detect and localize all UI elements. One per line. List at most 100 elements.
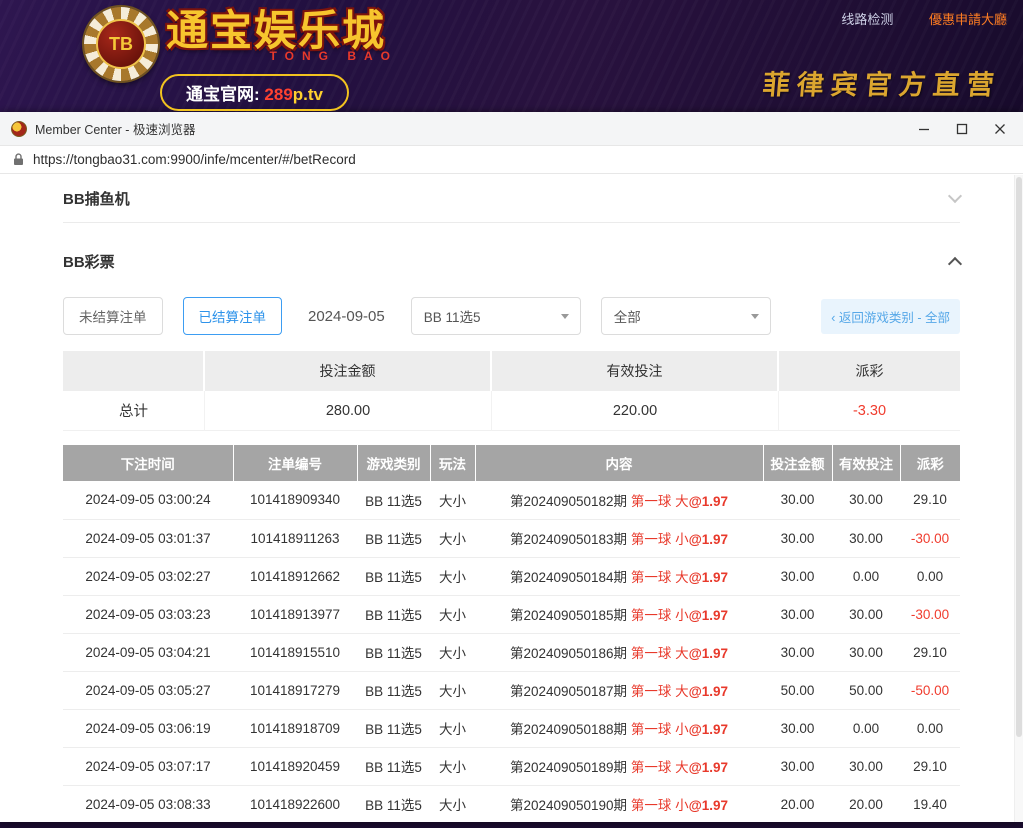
cell-game: BB 11选5 xyxy=(357,709,430,747)
section-fishing[interactable]: BB捕鱼机 xyxy=(63,175,960,223)
bet-issue: 第202409050189期 xyxy=(510,760,627,775)
unsettled-bets-button[interactable]: 未结算注单 xyxy=(63,297,163,335)
table-row: 2024-09-05 03:06:19 101418918709 BB 11选5… xyxy=(63,709,960,747)
cell-game: BB 11选5 xyxy=(357,633,430,671)
bet-odds: @1.97 xyxy=(689,646,728,661)
browser-favicon-icon xyxy=(11,121,27,137)
cell-time: 2024-09-05 03:03:23 xyxy=(63,595,233,633)
cell-play: 大小 xyxy=(430,595,475,633)
cell-game: BB 11选5 xyxy=(357,595,430,633)
cell-content: 第202409050186期 第一球 大@1.97 xyxy=(475,633,763,671)
cell-order: 101418913977 xyxy=(233,595,357,633)
cell-payout: 0.00 xyxy=(900,709,960,747)
cell-play: 大小 xyxy=(430,785,475,822)
summary-header-row: 投注金额 有效投注 派彩 xyxy=(63,351,960,391)
bet-issue: 第202409050188期 xyxy=(510,722,627,737)
cell-play: 大小 xyxy=(430,519,475,557)
game-select-value: BB 11选5 xyxy=(424,310,481,325)
url-text[interactable]: https://tongbao31.com:9900/infe/mcenter/… xyxy=(33,152,356,167)
cell-order: 101418918709 xyxy=(233,709,357,747)
cell-valid: 30.00 xyxy=(832,633,900,671)
bet-odds: @1.97 xyxy=(689,570,728,585)
cell-play: 大小 xyxy=(430,557,475,595)
type-select-value: 全部 xyxy=(614,310,641,325)
cell-bet: 30.00 xyxy=(763,481,832,519)
back-to-category-button[interactable]: ‹ 返回游戏类别 - 全部 xyxy=(821,299,960,334)
cell-game: BB 11选5 xyxy=(357,747,430,785)
cell-bet: 30.00 xyxy=(763,709,832,747)
cell-bet: 30.00 xyxy=(763,557,832,595)
bet-odds: @1.97 xyxy=(689,722,728,737)
cell-game: BB 11选5 xyxy=(357,785,430,822)
cell-game: BB 11选5 xyxy=(357,671,430,709)
bet-pick: 第一球 小 xyxy=(631,532,689,547)
header-valid: 有效投注 xyxy=(832,445,900,481)
casino-chip-icon: TB xyxy=(84,7,158,81)
cell-payout: -30.00 xyxy=(900,595,960,633)
table-header-row: 下注时间 注单编号 游戏类别 玩法 内容 投注金额 有效投注 派彩 xyxy=(63,445,960,481)
table-row: 2024-09-05 03:04:21 101418915510 BB 11选5… xyxy=(63,633,960,671)
summary-table: 投注金额 有效投注 派彩 总计 280.00 220.00 -3.30 xyxy=(63,351,960,431)
cell-content: 第202409050190期 第一球 小@1.97 xyxy=(475,785,763,822)
summary-total-valid: 220.00 xyxy=(492,391,779,431)
minimize-button[interactable] xyxy=(905,112,943,145)
brand-logo: 通宝娱乐城 TONG BAO xyxy=(166,8,402,63)
promo-hall-link[interactable]: 優惠申請大廳 xyxy=(929,12,1007,27)
settled-bets-button[interactable]: 已结算注单 xyxy=(183,297,283,335)
cell-play: 大小 xyxy=(430,671,475,709)
summary-header-payout: 派彩 xyxy=(779,351,960,391)
cell-valid: 30.00 xyxy=(832,747,900,785)
maximize-icon xyxy=(956,123,968,135)
address-bar[interactable]: https://tongbao31.com:9900/infe/mcenter/… xyxy=(0,145,1023,174)
cell-bet: 30.00 xyxy=(763,633,832,671)
table-row: 2024-09-05 03:07:17 101418920459 BB 11选5… xyxy=(63,747,960,785)
bet-issue: 第202409050182期 xyxy=(510,494,627,509)
cell-play: 大小 xyxy=(430,709,475,747)
line-check-link[interactable]: 线路检测 xyxy=(841,12,893,27)
ssl-lock-icon xyxy=(13,153,24,166)
cell-payout: 0.00 xyxy=(900,557,960,595)
section-lottery[interactable]: BB彩票 xyxy=(63,237,960,285)
cell-valid: 30.00 xyxy=(832,481,900,519)
chip-label: TB xyxy=(96,19,146,69)
scrollbar[interactable] xyxy=(1014,175,1023,822)
cell-time: 2024-09-05 03:07:17 xyxy=(63,747,233,785)
cell-valid: 20.00 xyxy=(832,785,900,822)
scrollbar-thumb[interactable] xyxy=(1016,177,1022,737)
official-site-label: 通宝官网: xyxy=(186,85,260,104)
bet-records-table: 下注时间 注单编号 游戏类别 玩法 内容 投注金额 有效投注 派彩 2024-0… xyxy=(63,445,960,822)
chevron-down-icon xyxy=(948,188,962,202)
cell-bet: 30.00 xyxy=(763,519,832,557)
table-row: 2024-09-05 03:01:37 101418911263 BB 11选5… xyxy=(63,519,960,557)
cell-content: 第202409050184期 第一球 大@1.97 xyxy=(475,557,763,595)
table-row: 2024-09-05 03:00:24 101418909340 BB 11选5… xyxy=(63,481,960,519)
summary-header-empty xyxy=(63,351,205,391)
header-payout: 派彩 xyxy=(900,445,960,481)
cell-payout: 29.10 xyxy=(900,633,960,671)
banner-links: 线路检测 優惠申請大廳 xyxy=(809,9,1007,28)
header-game: 游戏类别 xyxy=(357,445,430,481)
cell-order: 101418922600 xyxy=(233,785,357,822)
table-row: 2024-09-05 03:05:27 101418917279 BB 11选5… xyxy=(63,671,960,709)
cell-time: 2024-09-05 03:04:21 xyxy=(63,633,233,671)
bet-odds: @1.97 xyxy=(689,760,728,775)
table-row: 2024-09-05 03:02:27 101418912662 BB 11选5… xyxy=(63,557,960,595)
cell-valid: 30.00 xyxy=(832,519,900,557)
maximize-button[interactable] xyxy=(943,112,981,145)
cell-bet: 20.00 xyxy=(763,785,832,822)
game-select[interactable]: BB 11选5 xyxy=(411,297,581,335)
cell-payout: 19.40 xyxy=(900,785,960,822)
header-bet: 投注金额 xyxy=(763,445,832,481)
chevron-down-icon xyxy=(751,314,759,323)
close-button[interactable] xyxy=(981,112,1019,145)
bet-issue: 第202409050184期 xyxy=(510,570,627,585)
cell-time: 2024-09-05 03:01:37 xyxy=(63,519,233,557)
official-site-pill[interactable]: 通宝官网: 289p.tv xyxy=(160,74,349,111)
bet-odds: @1.97 xyxy=(689,798,728,813)
bet-issue: 第202409050190期 xyxy=(510,798,627,813)
section-fishing-title: BB捕鱼机 xyxy=(63,188,130,209)
cell-time: 2024-09-05 03:02:27 xyxy=(63,557,233,595)
date-display[interactable]: 2024-09-05 xyxy=(308,308,385,325)
summary-total-row: 总计 280.00 220.00 -3.30 xyxy=(63,391,960,431)
type-select[interactable]: 全部 xyxy=(601,297,771,335)
